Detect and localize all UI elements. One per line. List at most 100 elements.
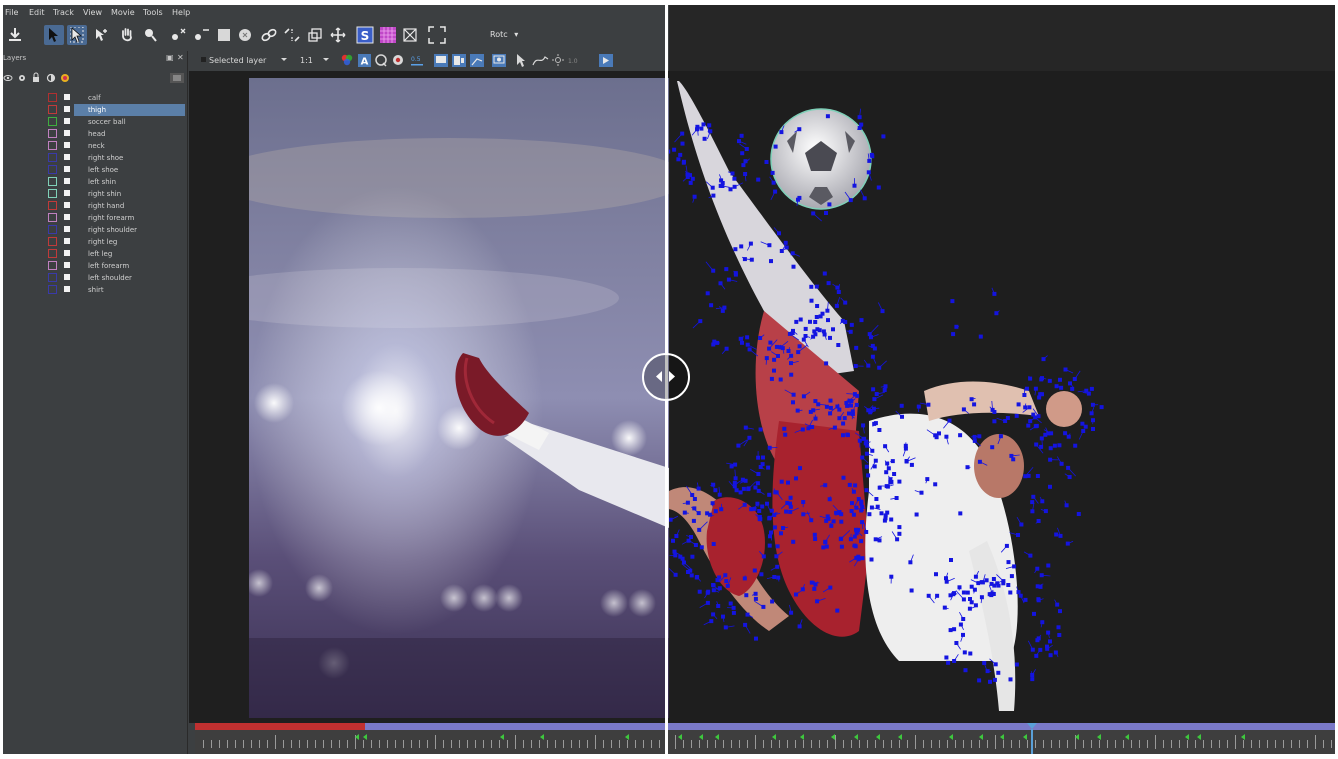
layer-checkbox[interactable] xyxy=(64,286,70,292)
layer-row[interactable]: calf xyxy=(3,92,187,104)
layer-row[interactable]: right shoe xyxy=(3,152,187,164)
layer-checkbox[interactable] xyxy=(64,214,70,220)
tracking-point xyxy=(672,549,677,554)
layer-row[interactable]: left leg xyxy=(3,248,187,260)
layer-row[interactable]: right leg xyxy=(3,236,187,248)
menu-help[interactable]: Help xyxy=(172,8,190,17)
brightness-icon xyxy=(552,54,564,66)
layer-row[interactable]: left shin xyxy=(3,176,187,188)
layer-checkbox[interactable] xyxy=(64,238,70,244)
spline-add-icon[interactable] xyxy=(169,25,189,45)
layer-row[interactable]: neck xyxy=(3,140,187,152)
layer-checkbox[interactable] xyxy=(64,142,70,148)
layer-checkbox[interactable] xyxy=(64,166,70,172)
menu-movie[interactable]: Movie xyxy=(111,8,135,17)
layer-color-swatch[interactable] xyxy=(48,117,57,126)
grid-icon[interactable] xyxy=(378,25,398,45)
move-icon[interactable] xyxy=(328,25,348,45)
layer-row[interactable]: right shoulder xyxy=(3,224,187,236)
menu-tools[interactable]: Tools xyxy=(143,8,163,17)
layer-checkbox[interactable] xyxy=(64,94,70,100)
timeline-tick xyxy=(1171,740,1172,748)
menu-edit[interactable]: Edit xyxy=(29,8,45,17)
layer-checkbox[interactable] xyxy=(64,118,70,124)
select-points-icon[interactable] xyxy=(67,25,87,45)
layer-color-swatch[interactable] xyxy=(48,105,57,114)
export-icon[interactable] xyxy=(5,25,25,45)
tracking-point xyxy=(1028,553,1033,558)
layer-row[interactable]: left forearm xyxy=(3,260,187,272)
timeline[interactable] xyxy=(195,723,1335,754)
hand-icon[interactable] xyxy=(117,25,137,45)
layer-checkbox[interactable] xyxy=(64,130,70,136)
layer-row[interactable]: head xyxy=(3,128,187,140)
layer-row[interactable]: left shoe xyxy=(3,164,187,176)
layer-color-swatch[interactable] xyxy=(48,225,57,234)
close-panel-icon[interactable]: ✕ xyxy=(177,53,184,62)
layer-checkbox[interactable] xyxy=(64,250,70,256)
layer-color-swatch[interactable] xyxy=(48,189,57,198)
layer-checkbox[interactable] xyxy=(64,226,70,232)
tracking-point xyxy=(1058,533,1063,538)
layer-color-swatch[interactable] xyxy=(48,177,57,186)
timeline-tick xyxy=(739,740,740,748)
layer-checkbox[interactable] xyxy=(64,262,70,268)
timeline-tick xyxy=(339,740,340,748)
layer-checkbox[interactable] xyxy=(64,202,70,208)
add-point-icon[interactable] xyxy=(91,25,111,45)
layer-row[interactable]: left shoulder xyxy=(3,272,187,284)
corner-pin-icon[interactable] xyxy=(400,25,420,45)
layer-checkbox[interactable] xyxy=(64,106,70,112)
layer-checkbox[interactable] xyxy=(64,154,70,160)
tracking-point xyxy=(1058,609,1062,614)
main-toolbar: S Rotc ▾ xyxy=(3,21,668,51)
timeline-tick xyxy=(835,735,836,749)
fullscreen-icon[interactable] xyxy=(427,25,447,45)
layer-checkbox[interactable] xyxy=(64,190,70,196)
rect-spline-icon[interactable] xyxy=(214,25,234,45)
tracking-point xyxy=(815,599,820,604)
tracking-point xyxy=(824,404,829,409)
rotate-dropdown[interactable]: Rotc ▾ xyxy=(490,30,518,39)
menu-file[interactable]: File xyxy=(5,8,18,17)
compare-slider-handle[interactable] xyxy=(642,353,690,401)
layer-color-swatch[interactable] xyxy=(48,153,57,162)
tracking-spline xyxy=(816,316,818,318)
zoom-icon[interactable] xyxy=(140,25,160,45)
select-arrow-icon[interactable] xyxy=(44,25,64,45)
menu-view[interactable]: View xyxy=(83,8,102,17)
layer-row[interactable]: thigh xyxy=(3,104,187,116)
layer-color-swatch[interactable] xyxy=(48,261,57,270)
layer-color-swatch[interactable] xyxy=(48,129,57,138)
layer-color-swatch[interactable] xyxy=(48,249,57,258)
tracking-point xyxy=(680,141,685,146)
circle-spline-icon[interactable] xyxy=(235,25,255,45)
layer-row[interactable]: right forearm xyxy=(3,212,187,224)
tracking-point xyxy=(814,315,819,319)
layer-row[interactable]: right shin xyxy=(3,188,187,200)
layer-checkbox[interactable] xyxy=(64,274,70,280)
float-panel-icon[interactable]: ▣ xyxy=(166,53,174,62)
surface-icon[interactable]: S xyxy=(355,25,375,45)
scale-icon[interactable] xyxy=(305,25,325,45)
tracking-point xyxy=(1089,386,1094,391)
layer-color-swatch[interactable] xyxy=(48,213,57,222)
link-icon[interactable] xyxy=(259,25,279,45)
layer-row[interactable]: soccer ball xyxy=(3,116,187,128)
layer-color-swatch[interactable] xyxy=(48,285,57,294)
layer-name: shirt xyxy=(88,286,104,294)
spline-remove-icon[interactable] xyxy=(192,25,212,45)
layer-row[interactable]: shirt xyxy=(3,284,187,296)
layer-checkbox[interactable] xyxy=(64,178,70,184)
layer-color-swatch[interactable] xyxy=(48,141,57,150)
layer-color-swatch[interactable] xyxy=(48,273,57,282)
layer-row[interactable]: right hand xyxy=(3,200,187,212)
layer-color-swatch[interactable] xyxy=(48,165,57,174)
layer-color-swatch[interactable] xyxy=(48,93,57,102)
layer-color-swatch[interactable] xyxy=(48,201,57,210)
unlink-icon[interactable] xyxy=(282,25,302,45)
timeline-tick xyxy=(515,735,516,749)
tracking-point xyxy=(998,434,1003,439)
menu-track[interactable]: Track xyxy=(53,8,74,17)
layer-color-swatch[interactable] xyxy=(48,237,57,246)
